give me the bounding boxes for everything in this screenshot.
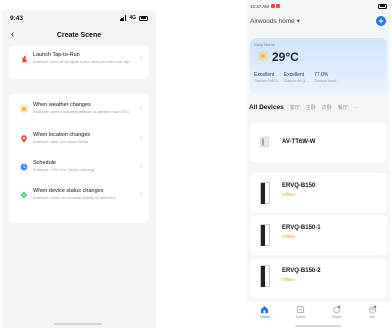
home-selector[interactable]: Airwoods home ▾ [250, 17, 300, 25]
device-name: ERVQ-B150 [282, 183, 316, 189]
air-purifier-icon [260, 136, 269, 148]
nav-home[interactable]: Home [252, 302, 278, 329]
device-icon [20, 191, 28, 199]
device-status: Offline [282, 192, 295, 197]
chevron-right-icon: › [139, 55, 142, 62]
create-scene-screen: 9:43 4G ‹ Create Scene Launch Tap-to-Run… [2, 10, 156, 328]
device-name: ERVQ-B150-2 [282, 268, 321, 274]
condition-desc: Example: when local temperature is great… [33, 108, 131, 114]
status-bar: 9:43 4G [10, 13, 148, 23]
chevron-right-icon: › [139, 105, 142, 112]
condition-location[interactable]: When location changes Example: after you… [9, 132, 149, 158]
profile-icon [368, 305, 376, 314]
page-header: ‹ Create Scene [2, 28, 156, 42]
condition-weather[interactable]: When weather changes Example: when local… [9, 102, 149, 128]
chevron-right-icon: › [139, 135, 142, 142]
chevron-right-icon: › [139, 191, 142, 198]
tap-to-run-desc: Example: turn off all lights in the bedr… [33, 58, 131, 64]
device-name: AV-TT6W-W [282, 139, 316, 145]
weather-card[interactable]: Cozy Home 29°C Excellent Outdoor PM2.5 E… [250, 38, 387, 94]
temperature: 29°C [272, 50, 299, 64]
condition-title: When weather changes [33, 102, 91, 108]
tap-to-run-title: Launch Tap-to-Run [33, 52, 80, 58]
home-devices-screen: 10:37 AM Airwoods home ▾ + Cozy Home 29°… [247, 0, 390, 329]
hand-tap-icon [22, 55, 27, 63]
network-type: 4G [129, 15, 136, 21]
status-time: 10:37 AM [250, 3, 270, 9]
sun-icon [258, 51, 268, 61]
chevron-down-icon: ▾ [296, 18, 300, 25]
home-name: Airwoods home [250, 18, 295, 25]
smart-icon [333, 305, 341, 314]
metric-pm25: Excellent Outdoor PM2.5 [254, 72, 278, 83]
back-icon[interactable]: ‹ [11, 28, 14, 42]
weather-metrics: Excellent Outdoor PM2.5 Excellent Outdoo… [254, 72, 339, 83]
home-indicator [54, 323, 102, 325]
tab-room[interactable]: 客厅 [290, 104, 300, 111]
tap-to-run-card[interactable]: Launch Tap-to-Run Example: turn off all … [9, 46, 149, 79]
tab-room[interactable]: 餐厅 [338, 104, 348, 111]
signal-icon [119, 15, 127, 21]
device-card[interactable]: AV-TT6W-W [250, 122, 387, 162]
device-card[interactable]: ERVQ-B150-2 Offline [250, 258, 387, 298]
nav-me[interactable]: Me [359, 302, 385, 329]
add-device-button[interactable]: + [376, 16, 386, 26]
condition-title: When location changes [33, 132, 91, 138]
tap-to-run-row[interactable]: Launch Tap-to-Run Example: turn off all … [9, 52, 149, 78]
page-title: Create Scene [56, 31, 102, 39]
clock-icon [20, 163, 28, 171]
condition-desc: Example: when an unusual activity is det… [33, 194, 116, 200]
erv-unit-icon [260, 224, 270, 246]
device-name: ERVQ-B150-1 [282, 225, 321, 231]
condition-desc: Example: 7:00 a.m. every morning [33, 166, 94, 172]
home-indicator [295, 325, 341, 327]
tab-room[interactable]: 主卧 [306, 104, 316, 111]
weather-location: Cozy Home [254, 42, 275, 47]
condition-desc: Example: after you leave home. [33, 138, 90, 144]
condition-schedule[interactable]: Schedule Example: 7:00 a.m. every mornin… [9, 160, 149, 186]
more-tabs-icon[interactable]: ··· [354, 105, 359, 111]
notification-icon [270, 4, 275, 8]
condition-device[interactable]: When device status changes Example: when… [9, 188, 149, 214]
battery-icon [139, 15, 148, 21]
device-status: Offline [282, 234, 295, 239]
chevron-right-icon: › [139, 163, 142, 170]
device-card[interactable]: ERVQ-B150 Offline [250, 173, 387, 213]
home-icon [261, 306, 269, 314]
condition-title: When device status changes [33, 188, 104, 194]
tab-room[interactable]: 次卧 [322, 104, 332, 111]
erv-unit-icon [260, 265, 270, 287]
condition-title: Schedule [33, 160, 56, 166]
metric-humidity: 77.0% Outdoor Humi... [314, 72, 339, 83]
tab-all-devices[interactable]: All Devices [249, 104, 284, 111]
metric-air-quality: Excellent Outdoor Air Q... [283, 72, 309, 83]
notification-icon [276, 4, 281, 8]
sun-icon [20, 105, 28, 113]
conditions-card: When weather changes Example: when local… [9, 94, 149, 223]
scene-icon [297, 305, 305, 314]
erv-unit-icon [260, 182, 270, 204]
room-tabs: All Devices 客厅 主卧 次卧 餐厅 ··· [249, 104, 390, 111]
battery-icon [378, 3, 387, 9]
device-status: Offline [282, 277, 295, 282]
status-time: 9:43 [10, 14, 24, 22]
location-pin-icon [21, 135, 27, 143]
device-card[interactable]: ERVQ-B150-1 Offline [250, 215, 387, 255]
status-bar: 10:37 AM [250, 2, 387, 10]
